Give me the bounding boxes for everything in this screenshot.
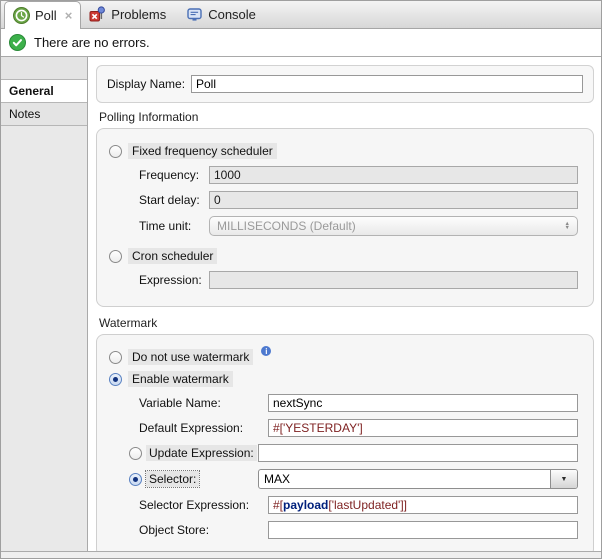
object-store-label: Object Store: xyxy=(139,523,268,537)
update-expression-radio[interactable] xyxy=(129,447,142,460)
selector-label: Selector: xyxy=(146,471,199,487)
selector-expression-label: Selector Expression: xyxy=(139,498,268,512)
sidebar-filler xyxy=(1,126,87,551)
fixed-frequency-row: Fixed frequency scheduler xyxy=(109,143,579,159)
chevron-down-icon[interactable]: ▼ xyxy=(550,470,577,488)
properties-sidebar: General Notes xyxy=(1,57,88,551)
close-icon[interactable]: × xyxy=(65,8,73,23)
no-watermark-row: Do not use watermark i xyxy=(109,349,579,365)
cron-expression-row: Expression: xyxy=(139,271,578,289)
fixed-frequency-radio[interactable] xyxy=(109,145,122,158)
check-icon xyxy=(9,34,26,51)
display-name-box: Display Name: xyxy=(96,65,594,103)
watermark-group: Do not use watermark i Enable watermark … xyxy=(96,334,594,551)
time-unit-value: MILLISECONDS (Default) xyxy=(217,219,356,233)
frequency-input[interactable] xyxy=(209,166,578,184)
start-delay-label: Start delay: xyxy=(139,193,209,207)
time-unit-select[interactable]: MILLISECONDS (Default) ▲▼ xyxy=(209,216,578,236)
frequency-label: Frequency: xyxy=(139,168,209,182)
time-unit-label: Time unit: xyxy=(139,219,209,233)
clock-icon xyxy=(13,7,30,24)
selector-expression-input[interactable]: #[payload['lastUpdated']] xyxy=(268,496,578,514)
polling-group: Fixed frequency scheduler Frequency: Sta… xyxy=(96,128,594,307)
default-expression-label: Default Expression: xyxy=(139,421,268,435)
status-message: There are no errors. xyxy=(34,35,150,50)
variable-name-label: Variable Name: xyxy=(139,396,268,410)
editor-tab-bar: Poll × Problems Conso xyxy=(1,1,601,29)
enable-watermark-row: Enable watermark xyxy=(109,371,579,387)
frequency-row: Frequency: xyxy=(139,166,578,184)
status-bar: There are no errors. xyxy=(1,29,601,57)
cron-row: Cron scheduler xyxy=(109,248,579,264)
update-expression-row: Update Expression: xyxy=(139,444,578,462)
polling-section-title: Polling Information xyxy=(99,110,594,124)
time-unit-row: Time unit: MILLISECONDS (Default) ▲▼ xyxy=(139,216,578,236)
tab-problems[interactable]: Problems xyxy=(81,1,178,28)
display-name-input[interactable] xyxy=(191,75,583,93)
selector-value: MAX xyxy=(259,470,550,488)
selector-expression-row: Selector Expression: #[payload['lastUpda… xyxy=(139,496,578,514)
properties-editor-window: Poll × Problems Conso xyxy=(0,0,602,559)
tab-console[interactable]: Console xyxy=(178,1,268,28)
selector-row: Selector: MAX ▼ xyxy=(139,469,578,489)
tab-label: Problems xyxy=(111,7,166,22)
info-icon[interactable]: i xyxy=(261,346,271,356)
cron-label: Cron scheduler xyxy=(128,248,217,264)
sidebar-item-notes[interactable]: Notes xyxy=(1,103,87,126)
default-expression-row: Default Expression: #['YESTERDAY'] xyxy=(139,419,578,437)
fixed-frequency-label: Fixed frequency scheduler xyxy=(128,143,277,159)
sidebar-item-general[interactable]: General xyxy=(1,80,87,103)
cron-expression-input[interactable] xyxy=(209,271,578,289)
no-watermark-label: Do not use watermark xyxy=(128,349,253,365)
selector-radio[interactable] xyxy=(129,473,142,486)
update-expression-label: Update Expression: xyxy=(146,445,257,461)
start-delay-row: Start delay: xyxy=(139,191,578,209)
cron-radio[interactable] xyxy=(109,250,122,263)
update-expression-input[interactable] xyxy=(258,444,578,462)
variable-name-input[interactable] xyxy=(268,394,578,412)
watermark-section-title: Watermark xyxy=(99,316,594,330)
display-name-label: Display Name: xyxy=(107,77,191,91)
start-delay-input[interactable] xyxy=(209,191,578,209)
variable-name-row: Variable Name: xyxy=(139,394,578,412)
bottom-strip xyxy=(1,551,601,558)
object-store-input[interactable] xyxy=(268,521,578,539)
no-watermark-radio[interactable] xyxy=(109,351,122,364)
properties-form: Display Name: Polling Information Fixed … xyxy=(88,57,601,551)
console-icon xyxy=(186,6,203,23)
default-expression-input[interactable]: #['YESTERDAY'] xyxy=(268,419,578,437)
problems-icon xyxy=(89,6,106,23)
tab-poll[interactable]: Poll × xyxy=(4,1,81,29)
tab-label: Console xyxy=(208,7,256,22)
sidebar-spacer xyxy=(1,57,87,80)
enable-watermark-label: Enable watermark xyxy=(128,371,233,387)
object-store-row: Object Store: xyxy=(139,521,578,539)
enable-watermark-radio[interactable] xyxy=(109,373,122,386)
cron-expression-label: Expression: xyxy=(139,273,209,287)
tab-label: Poll xyxy=(35,8,57,23)
editor-body: General Notes Display Name: Polling Info… xyxy=(1,57,601,551)
selector-dropdown[interactable]: MAX ▼ xyxy=(258,469,578,489)
stepper-arrows-icon: ▲▼ xyxy=(565,222,570,231)
